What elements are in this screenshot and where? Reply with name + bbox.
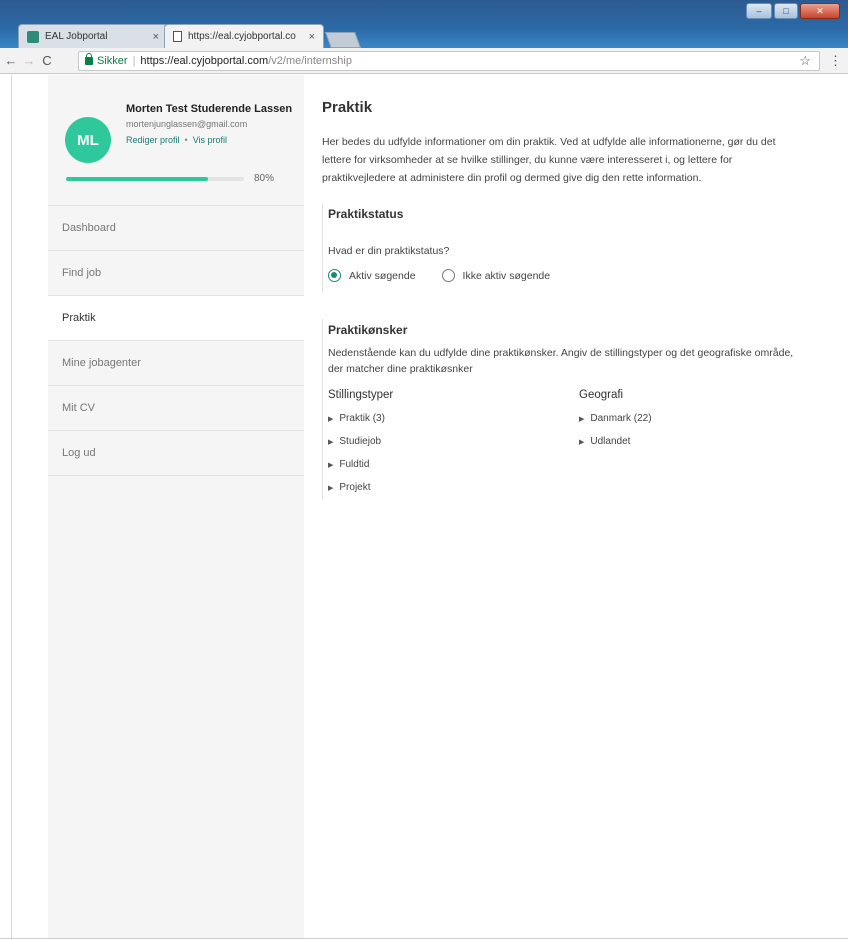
minimize-button[interactable]: – [746, 3, 772, 19]
status-radio-group: Aktiv søgende Ikke aktiv søgende [328, 269, 550, 282]
geography-item[interactable]: ▶ Udlandet [579, 430, 652, 453]
address-bar[interactable]: Sikker | https://eal.cyjobportal.com/v2/… [78, 51, 820, 71]
expand-caret-icon: ▶ [328, 484, 334, 492]
geography-label: Udlandet [590, 436, 631, 447]
profile-progress-fill [66, 177, 209, 181]
sidebar-item-cv[interactable]: Mit CV [48, 386, 304, 431]
reload-icon[interactable]: C [38, 52, 56, 70]
geography-label: Danmark (22) [590, 413, 652, 424]
job-types-column: Stillingstyper ▶ Praktik (3) ▶ Studiejob ▶… [328, 389, 393, 499]
window-controls: – □ ✕ [746, 3, 840, 19]
wishes-title: Praktikønsker [328, 323, 408, 337]
page: ML Morten Test Studerende Lassen mortenj… [0, 75, 848, 939]
left-edge [0, 75, 12, 939]
wishes-description: Nedenstående kan du udfylde dine praktik… [328, 347, 794, 375]
profile-name: Morten Test Studerende Lassen [126, 103, 293, 115]
job-type-label: Studiejob [339, 436, 382, 447]
job-type-label: Fuldtid [339, 459, 370, 470]
radio-active-seeking-label[interactable]: Aktiv søgende [349, 270, 416, 282]
sidebar-item-logout[interactable]: Log ud [48, 431, 304, 476]
close-window-button[interactable]: ✕ [800, 3, 840, 19]
eal-favicon-icon [27, 30, 39, 43]
avatar[interactable]: ML [65, 117, 111, 163]
job-type-label: Projekt [339, 482, 371, 493]
url-path: /v2/me/internship [268, 55, 352, 67]
close-tab-icon[interactable]: × [153, 31, 159, 43]
close-tab-icon[interactable]: × [309, 31, 315, 43]
profile-card: ML Morten Test Studerende Lassen mortenj… [48, 75, 304, 206]
browser-toolbar: ← → C Sikker | https://eal.cyjobportal.c… [0, 48, 848, 74]
expand-caret-icon: ▶ [579, 438, 585, 446]
sidebar-item-dashboard[interactable]: Dashboard [48, 206, 304, 251]
job-type-item[interactable]: ▶ Studiejob [328, 430, 393, 453]
window-titlebar: – □ ✕ EAL Jobportal × https://eal.cyjobp… [0, 0, 848, 48]
lock-icon [85, 53, 93, 65]
job-type-item[interactable]: ▶ Projekt [328, 476, 393, 499]
status-title: Praktikstatus [328, 207, 404, 221]
profile-links: Rediger profil • Vis profil [126, 135, 227, 145]
bookmark-star-icon[interactable]: ☆ [799, 53, 811, 69]
link-separator: • [184, 135, 188, 145]
radio-not-active-seeking[interactable] [441, 269, 455, 282]
view-profile-link[interactable]: Vis profil [193, 135, 227, 145]
job-types-heading: Stillingstyper [328, 389, 394, 401]
new-tab-button[interactable] [325, 32, 361, 48]
secure-label: Sikker [97, 55, 128, 67]
browser-tab-eal[interactable]: EAL Jobportal × [18, 24, 168, 48]
sidebar-item-find-job[interactable]: Find job [48, 251, 304, 296]
back-arrow-icon[interactable]: ← [2, 52, 20, 70]
geography-column: Geografi ▶ Danmark (22) ▶ Udlandet [579, 389, 652, 453]
profile-progress-label: 80% [254, 173, 275, 184]
forward-arrow-icon[interactable]: → [20, 52, 38, 70]
job-type-label: Praktik (3) [339, 413, 385, 424]
url-separator: | [132, 55, 136, 67]
radio-not-active-seeking-label[interactable]: Ikke aktiv søgende [463, 270, 551, 282]
status-section: Praktikstatus Hvad er din praktikstatus?… [322, 203, 550, 293]
status-question: Hvad er din praktikstatus? [328, 245, 450, 257]
maximize-button[interactable]: □ [774, 3, 798, 19]
wishes-section: Praktikønsker Nedenstående kan du udfyld… [322, 319, 793, 499]
expand-caret-icon: ▶ [579, 415, 585, 423]
browser-tab-active[interactable]: https://eal.cyjobportal.co × [164, 24, 324, 48]
geography-item[interactable]: ▶ Danmark (22) [579, 407, 652, 430]
profile-email: mortenjunglassen@gmail.com [126, 119, 248, 129]
browser-menu-icon[interactable]: ⋮ [829, 53, 842, 69]
edit-profile-link[interactable]: Rediger profil [126, 135, 180, 145]
sidebar-item-praktik[interactable]: Praktik [48, 296, 304, 341]
tab-strip: EAL Jobportal × https://eal.cyjobportal.… [18, 22, 361, 48]
geography-heading: Geografi [579, 389, 624, 401]
document-icon [173, 31, 182, 42]
sidebar: ML Morten Test Studerende Lassen mortenj… [48, 75, 304, 939]
expand-caret-icon: ▶ [328, 415, 334, 423]
job-type-item[interactable]: ▶ Praktik (3) [328, 407, 393, 430]
tab-label: https://eal.cyjobportal.co [188, 31, 296, 42]
page-title: Praktik [322, 99, 373, 116]
expand-caret-icon: ▶ [328, 438, 334, 446]
url-host: https://eal.cyjobportal.com [140, 55, 269, 67]
sidebar-item-jobagents[interactable]: Mine jobagenter [48, 341, 304, 386]
expand-caret-icon: ▶ [328, 461, 334, 469]
profile-progress-bar [66, 177, 244, 181]
tab-label: EAL Jobportal [45, 31, 108, 42]
job-type-item[interactable]: ▶ Fuldtid [328, 453, 393, 476]
sidebar-nav: Dashboard Find job Praktik Mine jobagent… [48, 206, 304, 476]
radio-active-seeking[interactable] [328, 269, 341, 282]
intro-text: Her bedes du udfylde informationer om di… [322, 136, 776, 184]
